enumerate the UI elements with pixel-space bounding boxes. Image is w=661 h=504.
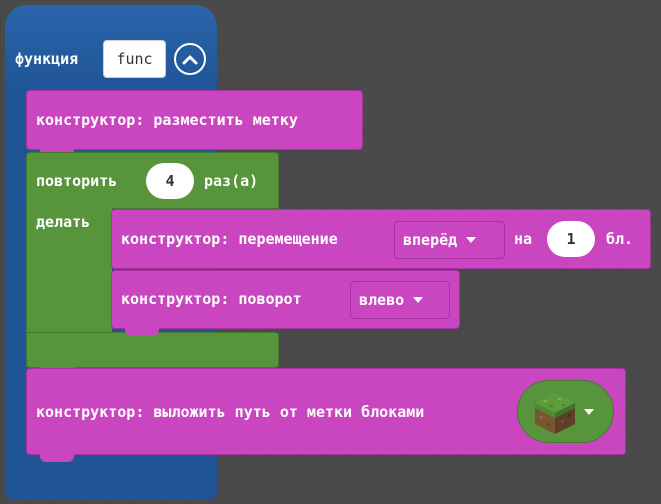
- move-distance-field[interactable]: 1: [547, 221, 595, 257]
- function-name-field[interactable]: func: [103, 40, 166, 78]
- turn-direction-dropdown[interactable]: влево: [350, 281, 450, 319]
- function-keyword: функция: [15, 50, 79, 68]
- collapse-button[interactable]: [174, 43, 206, 75]
- repeat-suffix: раз(а): [204, 172, 259, 190]
- block-notch: [125, 328, 159, 336]
- move-direction-dropdown[interactable]: вперёд: [394, 221, 505, 259]
- grass-block-icon: [532, 390, 578, 440]
- turn-label: конструктор: поворот: [121, 290, 302, 308]
- repeat-prefix: повторить: [36, 172, 118, 190]
- move-unit-label: бл.: [606, 230, 634, 248]
- move-direction-value: вперёд: [403, 231, 458, 249]
- repeat-do-label: делать: [36, 213, 91, 231]
- chevron-up-circle-icon: [182, 50, 198, 69]
- place-marker-label: конструктор: разместить метку: [36, 111, 298, 129]
- move-on-label: на: [514, 230, 533, 248]
- repeat-block-bottom: [26, 332, 279, 368]
- block-type-dropdown[interactable]: [517, 380, 614, 443]
- chevron-down-icon: [466, 237, 477, 243]
- move-label: конструктор: перемещение: [121, 230, 338, 248]
- chevron-down-icon: [413, 297, 424, 303]
- turn-direction-value: влево: [359, 291, 405, 309]
- repeat-count-field[interactable]: 4: [146, 163, 194, 199]
- block-notch: [40, 454, 74, 462]
- path-label: конструктор: выложить путь от метки блок…: [36, 403, 425, 421]
- chevron-down-icon: [584, 409, 594, 415]
